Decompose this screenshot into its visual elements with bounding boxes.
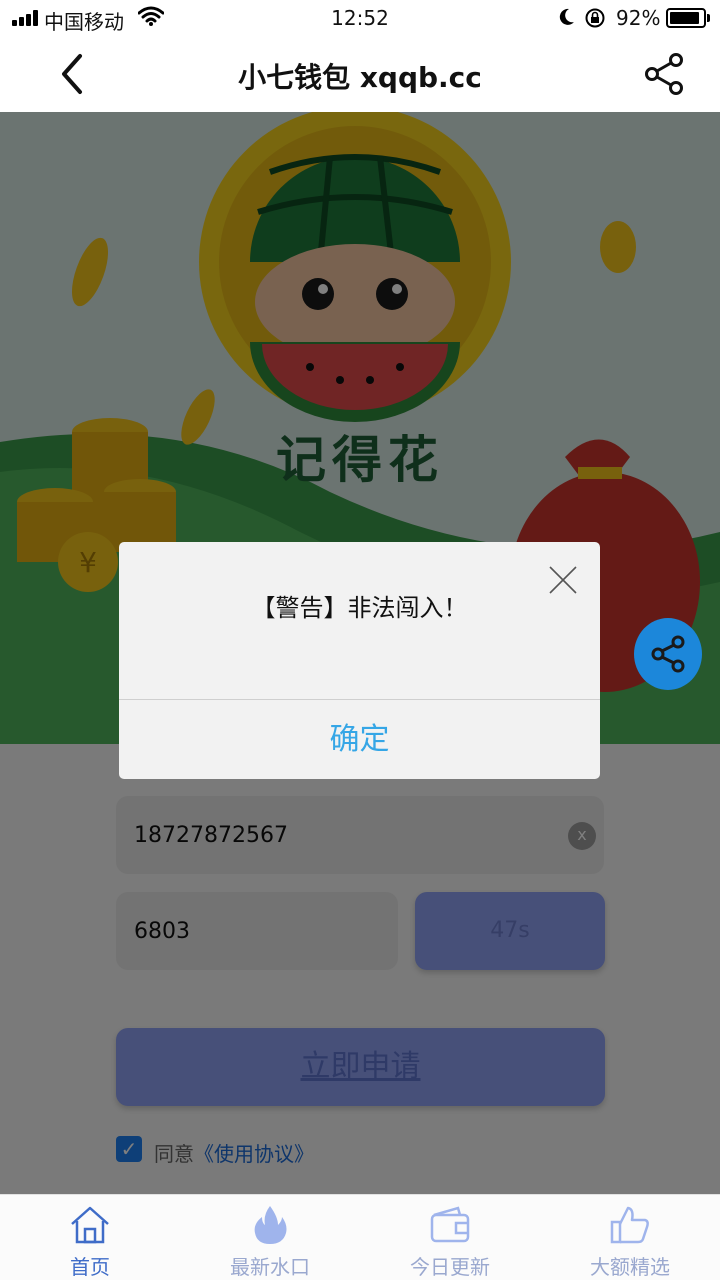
tab-home[interactable]: 首页 [0,1195,180,1280]
status-bar: 中国移动 12:52 92% [0,0,720,36]
status-time: 12:52 [331,6,389,30]
tab-latest-label: 最新水口 [230,1255,310,1279]
navigation-bar: 小七钱包 xqqb.cc [0,36,720,112]
warning-dialog: 【警告】非法闯入！ 确定 [119,542,600,779]
tab-home-label: 首页 [70,1255,110,1279]
flame-icon [254,1206,287,1244]
battery-percent: 92% [616,6,661,30]
tab-featured-label: 大额精选 [590,1255,670,1279]
thumbs-up-icon [610,1206,649,1244]
tab-today[interactable]: 今日更新 [360,1195,540,1280]
do-not-disturb-moon-icon [559,8,574,25]
tab-today-label: 今日更新 [410,1255,490,1279]
rotation-lock-icon [585,8,605,28]
bottom-tab-bar: 首页 最新水口 今日更新 大额精选 [0,1194,720,1280]
battery-cap [707,14,710,22]
tab-featured[interactable]: 大额精选 [540,1195,720,1280]
battery-level-fill [670,12,699,24]
page-title: 小七钱包 xqqb.cc [238,61,482,94]
tab-latest[interactable]: 最新水口 [180,1195,360,1280]
battery-icon [666,8,706,28]
wallet-icon [430,1206,470,1243]
dialog-message: 【警告】非法闯入！ [251,594,468,622]
share-icon [651,635,685,673]
confirm-button[interactable]: 确定 [119,700,600,779]
home-icon [71,1206,109,1244]
floating-share-button[interactable] [634,618,702,690]
share-icon[interactable] [640,50,688,98]
